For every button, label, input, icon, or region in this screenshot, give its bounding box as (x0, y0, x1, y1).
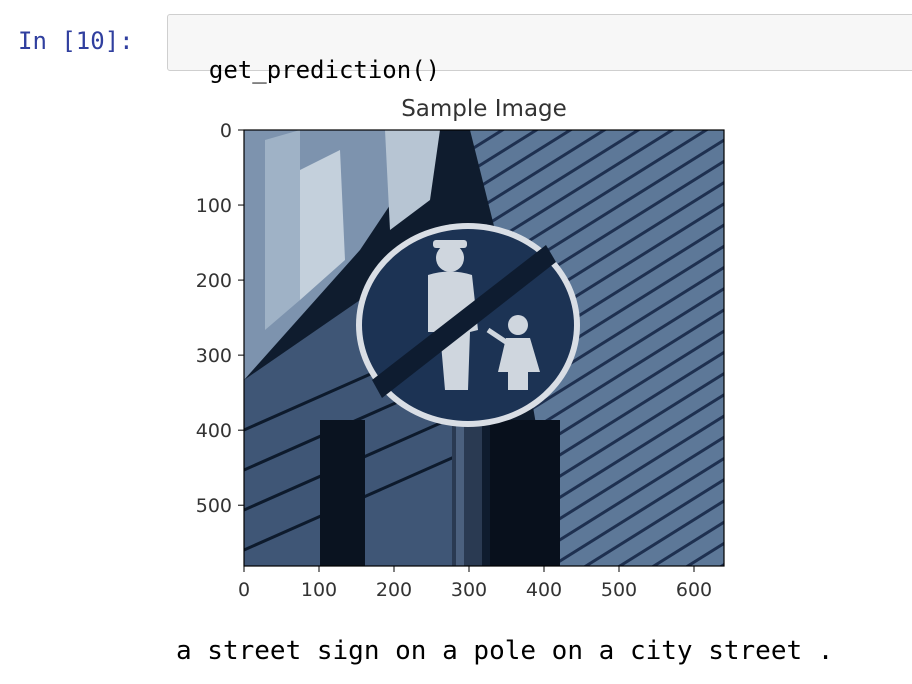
y-tick-label: 100 (196, 195, 232, 217)
prediction-caption: a street sign on a pole on a city street… (176, 636, 834, 666)
y-tick-label: 500 (196, 495, 232, 517)
x-tick-label: 0 (238, 579, 250, 601)
x-tick-label: 100 (301, 579, 337, 601)
x-axis: 0 100 200 300 400 500 600 (238, 566, 712, 601)
y-tick-label: 400 (196, 420, 232, 442)
y-tick-label: 0 (220, 120, 232, 142)
y-axis: 0 100 200 300 400 500 (196, 120, 244, 517)
y-tick-label: 300 (196, 345, 232, 367)
x-tick-label: 400 (526, 579, 562, 601)
x-tick-label: 600 (676, 579, 712, 601)
image-plot: 0 100 200 300 400 500 600 0 100 200 300 400 500 (196, 120, 725, 601)
x-tick-label: 200 (376, 579, 412, 601)
sample-image (244, 130, 724, 566)
x-tick-label: 500 (601, 579, 637, 601)
x-tick-label: 300 (451, 579, 487, 601)
y-tick-label: 200 (196, 270, 232, 292)
